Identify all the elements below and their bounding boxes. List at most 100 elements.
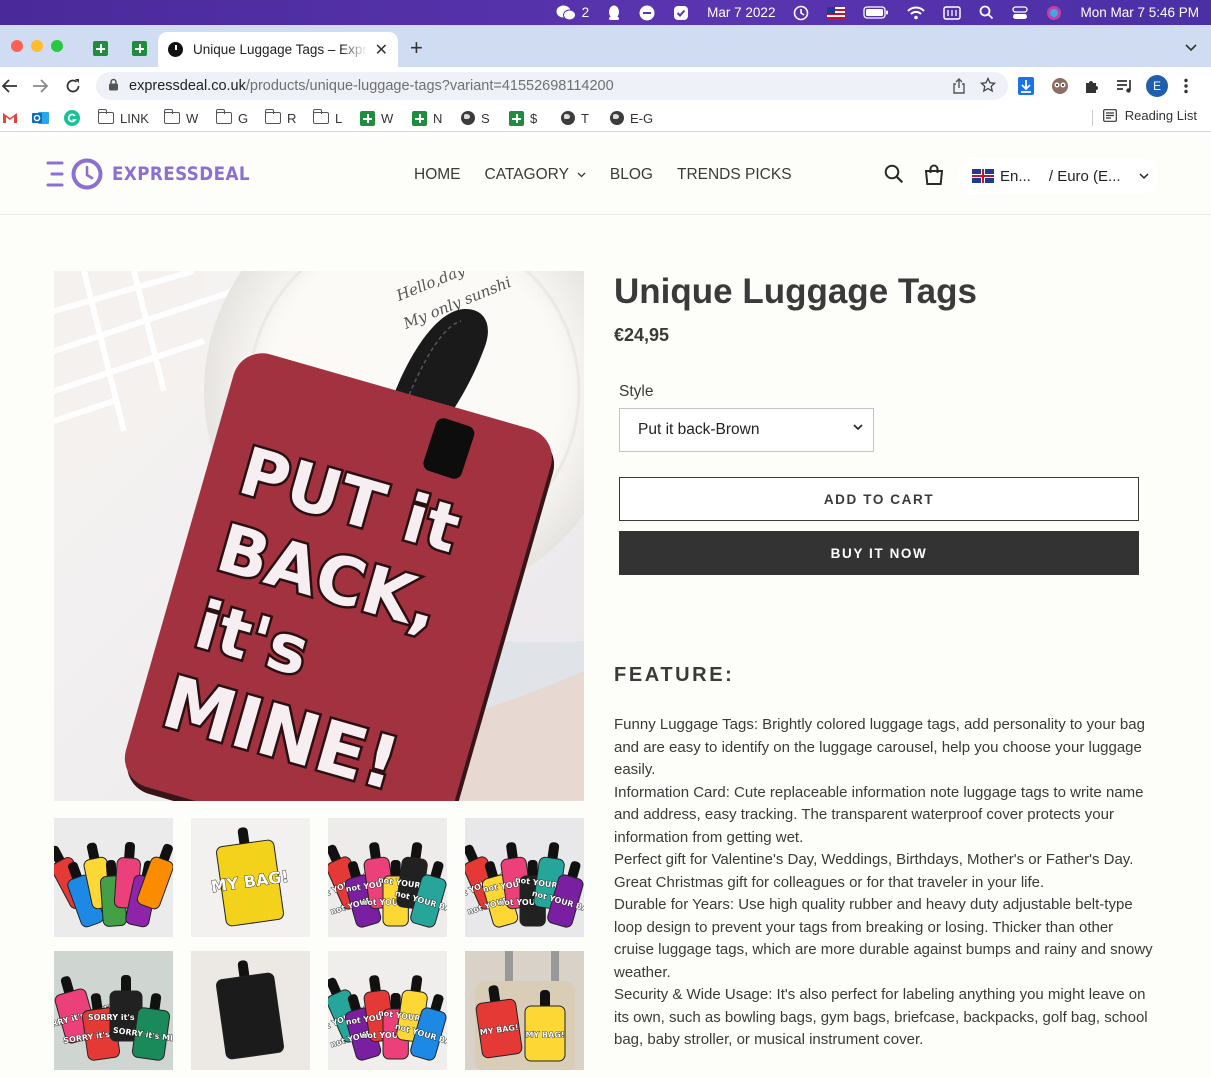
chevron-down-icon <box>853 424 863 431</box>
reading-list-button[interactable]: Reading List <box>1102 108 1197 123</box>
pinned-tab-sheets-2[interactable] <box>125 34 153 62</box>
bookmark-site-eg[interactable]: E-G <box>610 108 653 128</box>
nav-blog[interactable]: BLOG <box>610 166 653 184</box>
description-paragraph: Security & Wide Usage: It's also perfect… <box>614 986 1148 1048</box>
thumb-svg <box>191 951 310 1070</box>
battery-icon[interactable] <box>854 0 898 25</box>
search-icon[interactable] <box>884 164 904 184</box>
download-extension-icon[interactable] <box>1018 75 1034 97</box>
bookmark-label: R <box>287 110 297 126</box>
macos-menubar: 2 Mar 7 2022 Mon Mar 7 5:46 PM <box>0 0 1211 25</box>
wechat-icon <box>556 5 576 20</box>
product-thumbnail-5[interactable]: SORRY it's MINE!SORRY it's MINE!SORRY it… <box>54 951 173 1070</box>
product-thumbnail-1[interactable] <box>54 818 173 937</box>
nav-category-label: CATAGORY <box>484 166 569 183</box>
checkbox-app-icon[interactable] <box>664 0 698 25</box>
product-thumbnail-3[interactable]: not YOUR BAG!not YOUR BAG!not YOUR BAG!n… <box>328 818 447 937</box>
bookmark-folder-g[interactable]: G <box>215 108 249 128</box>
siri-icon[interactable] <box>1037 0 1071 25</box>
messenger-icon[interactable] <box>630 0 664 25</box>
forward-button[interactable] <box>30 76 50 96</box>
chevron-down-icon <box>577 172 586 178</box>
reload-button[interactable] <box>63 76 83 96</box>
gmail-icon <box>3 113 17 123</box>
keyboard-icon[interactable] <box>934 0 970 25</box>
back-button[interactable] <box>0 76 20 96</box>
bookmark-label: G <box>238 110 249 126</box>
nav-trends-picks[interactable]: TRENDS PICKS <box>677 166 792 184</box>
thumb-svg: MY BAG! <box>191 818 310 937</box>
bookmark-sheet-n[interactable]: N <box>412 108 442 128</box>
thumbnail-tag-text: MY BAG! <box>525 1031 564 1040</box>
main-nav: HOME CATAGORY BLOG TRENDS PICKS <box>414 166 792 184</box>
product-main-image[interactable]: Hello,day My only sunshi PUT it BACK, it… <box>54 271 584 801</box>
share-icon[interactable] <box>952 78 966 98</box>
wechat-count: 2 <box>581 5 590 20</box>
pinned-tab-sheets-1[interactable] <box>86 34 114 62</box>
wifi-icon[interactable] <box>898 0 934 25</box>
buy-it-now-button[interactable]: BUY IT NOW <box>619 531 1139 575</box>
lock-icon[interactable] <box>108 78 119 95</box>
control-center-icon[interactable] <box>1003 0 1037 25</box>
product-thumbnail-2[interactable]: MY BAG! <box>191 818 310 937</box>
active-tab[interactable]: Unique Luggage Tags – Expres ✕ <box>158 32 398 67</box>
product-thumbnail-7[interactable]: not YOUR BAG!not YOUR BAG!not YOUR BAG!n… <box>328 951 447 1070</box>
cart-icon[interactable] <box>924 164 944 185</box>
menubar-date[interactable]: Mar 7 2022 <box>698 0 784 25</box>
nav-home[interactable]: HOME <box>414 166 461 184</box>
close-tab-icon[interactable]: ✕ <box>375 40 388 60</box>
bookmark-site-t[interactable]: T <box>561 108 589 128</box>
qq-icon[interactable] <box>598 0 630 25</box>
bookmark-label: S <box>481 110 490 126</box>
site-logo[interactable]: EXPRESSDEAL <box>46 156 269 192</box>
locale-currency-selector[interactable]: En... / Euro (E... <box>958 158 1158 194</box>
profile-avatar[interactable]: E <box>1146 75 1168 97</box>
address-bar[interactable]: expressdeal.co.uk/products/unique-luggag… <box>96 72 1008 100</box>
window-controls <box>11 40 63 52</box>
bookmark-label: W <box>186 110 199 126</box>
tab-title: Unique Luggage Tags – Expres <box>193 42 367 57</box>
nav-category[interactable]: CATAGORY <box>485 166 586 184</box>
minimize-window-button[interactable] <box>31 40 43 52</box>
bookmark-folder-r[interactable]: R <box>264 108 297 128</box>
grammarly-icon <box>64 110 80 126</box>
close-window-button[interactable] <box>11 40 23 52</box>
product-price: €24,95 <box>614 325 670 345</box>
feature-heading: FEATURE: <box>614 664 735 686</box>
bookmark-sheet-dollar[interactable]: $ <box>509 108 537 128</box>
bookmark-grammarly[interactable] <box>64 108 80 128</box>
media-control-icon[interactable] <box>1116 75 1134 97</box>
bookmark-folder-link[interactable]: LINK <box>97 108 149 128</box>
style-select[interactable]: Put it back-Brown <box>619 408 874 452</box>
bookmark-label: E-G <box>630 110 654 126</box>
product-thumbnail-6[interactable] <box>191 951 310 1070</box>
bookmark-gmail[interactable] <box>2 108 18 128</box>
us-flag-icon[interactable] <box>818 0 854 25</box>
wechat-status[interactable]: 2 <box>547 0 599 25</box>
tab-search-chevron-icon[interactable] <box>1185 39 1197 57</box>
new-tab-button[interactable]: + <box>410 35 423 61</box>
bookmark-folder-w[interactable]: W <box>163 108 199 128</box>
description-paragraph: Durable for Years: Use high quality rubb… <box>614 896 1153 981</box>
bookmark-star-icon[interactable] <box>979 76 997 97</box>
sheets-icon <box>509 110 524 126</box>
product-thumbnail-8[interactable]: MY BAG! MY BAG! <box>465 951 584 1070</box>
thumb-svg <box>54 818 173 937</box>
product-thumbnail-4[interactable]: not YOUR BAG!not YOUR BAG!not YOUR BAG!n… <box>465 818 584 937</box>
bookmark-folder-l[interactable]: L <box>312 108 342 128</box>
browser-toolbar: expressdeal.co.uk/products/unique-luggag… <box>0 67 1211 104</box>
zoom-window-button[interactable] <box>51 40 63 52</box>
spotlight-icon[interactable] <box>970 0 1003 25</box>
bookmark-site-s[interactable]: S <box>461 108 490 128</box>
add-to-cart-button[interactable]: ADD TO CART <box>619 477 1139 521</box>
bookmark-sheet-w[interactable]: W <box>360 108 393 128</box>
time-machine-icon[interactable] <box>784 0 818 25</box>
logo-text: EXPRESSDEAL <box>112 163 250 185</box>
menubar-clock[interactable]: Mon Mar 7 5:46 PM <box>1071 0 1211 25</box>
bookmark-outlook[interactable] <box>32 108 49 128</box>
chrome-menu-icon[interactable] <box>1184 75 1188 97</box>
chevron-down-icon <box>1139 172 1149 179</box>
owl-extension-icon[interactable] <box>1051 75 1069 97</box>
globe-icon <box>610 111 624 125</box>
extensions-puzzle-icon[interactable] <box>1084 75 1100 97</box>
